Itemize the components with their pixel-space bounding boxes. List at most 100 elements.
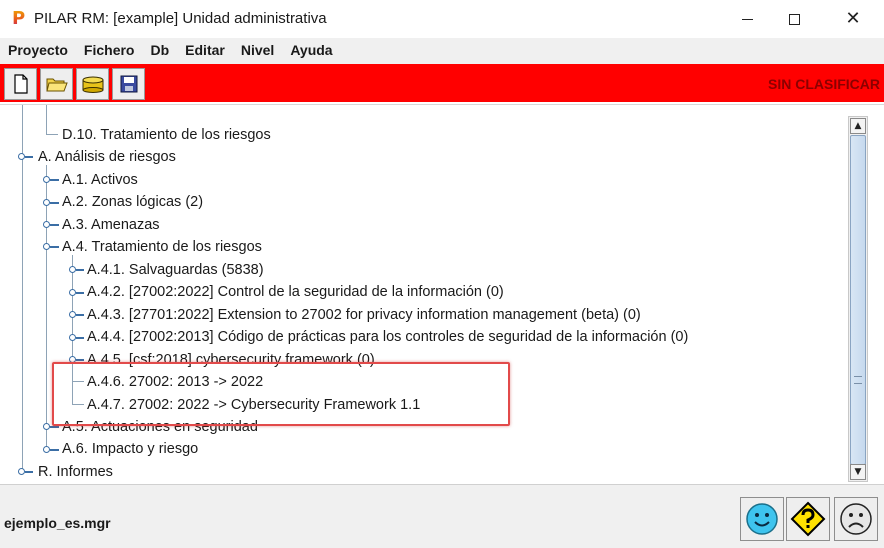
tree-node-label: A.4.5. [csf:2018] cybersecurity framewor… bbox=[87, 352, 375, 368]
scroll-down-button[interactable]: ▼ bbox=[850, 464, 866, 480]
tree-node-label: A.4.7. 27002: 2022 -> Cybersecurity Fram… bbox=[87, 397, 421, 413]
tree-node-r[interactable]: R. Informes bbox=[38, 462, 113, 482]
tree-node-label: D.10. Tratamiento de los riesgos bbox=[62, 127, 271, 143]
tree-node-a42[interactable]: A.4.2. [27002:2022] Control de la seguri… bbox=[87, 282, 504, 302]
tree-guide-line bbox=[46, 134, 58, 135]
tree-node-label: R. Informes bbox=[38, 464, 113, 480]
grip-icon bbox=[854, 376, 862, 384]
close-icon: ✕ bbox=[845, 8, 861, 29]
database-button[interactable] bbox=[76, 68, 109, 100]
tree-node-a41[interactable]: A.4.1. Salvaguardas (5838) bbox=[87, 260, 264, 280]
handle-connector bbox=[50, 449, 59, 451]
project-filename: ejemplo_es.mgr bbox=[4, 515, 111, 531]
handle-connector bbox=[76, 269, 84, 271]
tree-guide-line bbox=[72, 255, 73, 405]
maximize-icon bbox=[788, 13, 800, 25]
handle-connector bbox=[76, 292, 84, 294]
tree-node-a43[interactable]: A.4.3. [27701:2022] Extension to 27002 f… bbox=[87, 305, 641, 325]
menu-fichero[interactable]: Fichero bbox=[84, 42, 135, 58]
window-title: PILAR RM: [example] Unidad administrativ… bbox=[34, 10, 327, 27]
handle-connector bbox=[50, 426, 59, 428]
expand-handle-icon[interactable] bbox=[69, 311, 76, 318]
handle-connector bbox=[50, 179, 59, 181]
tree-node-label: A.5. Actuaciones en seguridad bbox=[62, 419, 258, 435]
tree-node-d10[interactable]: D.10. Tratamiento de los riesgos bbox=[62, 125, 271, 145]
tree-guide-line bbox=[46, 165, 47, 451]
tree-node-a3[interactable]: A.3. Amenazas bbox=[62, 215, 160, 235]
expand-handle-icon[interactable] bbox=[69, 266, 76, 273]
sad-face-button[interactable] bbox=[834, 497, 878, 541]
expand-handle-icon[interactable] bbox=[43, 221, 50, 228]
tree-node-a5[interactable]: A.5. Actuaciones en seguridad bbox=[62, 417, 258, 437]
tree-node-a6[interactable]: A.6. Impacto y riesgo bbox=[62, 439, 198, 459]
tree-node-label: A.2. Zonas lógicas (2) bbox=[62, 194, 204, 210]
menu-ayuda[interactable]: Ayuda bbox=[290, 42, 332, 58]
tree-node-a2[interactable]: A.2. Zonas lógicas (2) bbox=[62, 192, 203, 212]
tree-node-label: A.4.1. Salvaguardas (5838) bbox=[87, 262, 264, 278]
handle-connector bbox=[76, 337, 84, 339]
save-button[interactable] bbox=[112, 68, 145, 100]
tree-node-label: A.4.3. [27701:2022] Extension to 27002 f… bbox=[87, 307, 641, 323]
tree-node-a45[interactable]: A.4.5. [csf:2018] cybersecurity framewor… bbox=[87, 350, 375, 370]
expand-handle-icon[interactable] bbox=[69, 289, 76, 296]
tree-node-label: A.6. Impacto y riesgo bbox=[62, 441, 199, 457]
menu-proyecto[interactable]: Proyecto bbox=[8, 42, 68, 58]
smiley-sad-icon bbox=[840, 503, 872, 535]
handle-connector bbox=[25, 471, 33, 473]
tree-guide-line bbox=[46, 105, 47, 135]
tree-node-label: A.4. Tratamiento de los riesgos bbox=[62, 239, 262, 255]
toolbar: SIN CLASIFICAR bbox=[0, 62, 884, 102]
expand-handle-icon[interactable] bbox=[69, 356, 76, 363]
tree-node-label: A.1. Activos bbox=[62, 172, 138, 188]
tree-node-label: A.3. Amenazas bbox=[62, 217, 160, 233]
handle-connector bbox=[76, 314, 84, 316]
menu-bar: Proyecto Fichero Db Editar Nivel Ayuda bbox=[0, 38, 884, 62]
happy-face-button[interactable] bbox=[740, 497, 784, 541]
handle-connector bbox=[50, 224, 59, 226]
pilar-logo-icon: P bbox=[12, 8, 26, 29]
expand-handle-icon[interactable] bbox=[43, 243, 50, 250]
expand-handle-icon[interactable] bbox=[43, 199, 50, 206]
new-document-button[interactable] bbox=[4, 68, 37, 100]
minimize-icon bbox=[741, 18, 753, 20]
tree-node-a46[interactable]: A.4.6. 27002: 2013 -> 2022 bbox=[87, 372, 263, 392]
scroll-thumb[interactable] bbox=[850, 135, 866, 465]
status-bar: ejemplo_es.mgr bbox=[0, 484, 884, 548]
tree-node-a[interactable]: A. Análisis de riesgos bbox=[38, 147, 176, 167]
expand-handle-icon[interactable] bbox=[69, 334, 76, 341]
save-disk-icon bbox=[120, 75, 137, 93]
expand-handle-icon[interactable] bbox=[43, 446, 50, 453]
expand-handle-icon[interactable] bbox=[18, 153, 25, 160]
tree-panel: D.10. Tratamiento de los riesgos A. Anál… bbox=[0, 104, 884, 484]
tree-guide-line bbox=[72, 381, 84, 382]
close-button[interactable]: ✕ bbox=[830, 0, 876, 38]
expand-handle-icon[interactable] bbox=[43, 423, 50, 430]
menu-nivel[interactable]: Nivel bbox=[241, 42, 274, 58]
menu-db[interactable]: Db bbox=[151, 42, 170, 58]
tree-node-label: A. Análisis de riesgos bbox=[38, 149, 176, 165]
tree-node-label: A.4.2. [27002:2022] Control de la seguri… bbox=[87, 284, 504, 300]
scroll-up-button[interactable]: ▲ bbox=[850, 118, 866, 134]
classification-label: SIN CLASIFICAR bbox=[768, 76, 880, 92]
minimize-button[interactable] bbox=[724, 0, 770, 38]
tree-node-a44[interactable]: A.4.4. [27002:2013] Código de prácticas … bbox=[87, 327, 688, 347]
expand-handle-icon[interactable] bbox=[43, 176, 50, 183]
tree-node-a1[interactable]: A.1. Activos bbox=[62, 170, 138, 190]
maximize-button[interactable] bbox=[771, 0, 817, 38]
vertical-scrollbar[interactable]: ▲ ▼ bbox=[848, 116, 868, 482]
handle-connector bbox=[25, 156, 33, 158]
handle-connector bbox=[50, 202, 59, 204]
expand-handle-icon[interactable] bbox=[18, 468, 25, 475]
smiley-happy-icon bbox=[746, 503, 778, 535]
tree-node-a47[interactable]: A.4.7. 27002: 2022 -> Cybersecurity Fram… bbox=[87, 395, 420, 415]
menu-editar[interactable]: Editar bbox=[185, 42, 225, 58]
question-button[interactable] bbox=[786, 497, 830, 541]
handle-connector bbox=[76, 359, 84, 361]
tree-node-label: A.4.4. [27002:2013] Código de prácticas … bbox=[87, 329, 689, 345]
new-document-icon bbox=[13, 74, 28, 94]
database-icon bbox=[82, 76, 103, 93]
tree-node-a4[interactable]: A.4. Tratamiento de los riesgos bbox=[62, 237, 262, 257]
tree-node-label: A.4.6. 27002: 2013 -> 2022 bbox=[87, 374, 264, 390]
open-folder-button[interactable] bbox=[40, 68, 73, 100]
question-warning-icon bbox=[790, 501, 826, 537]
